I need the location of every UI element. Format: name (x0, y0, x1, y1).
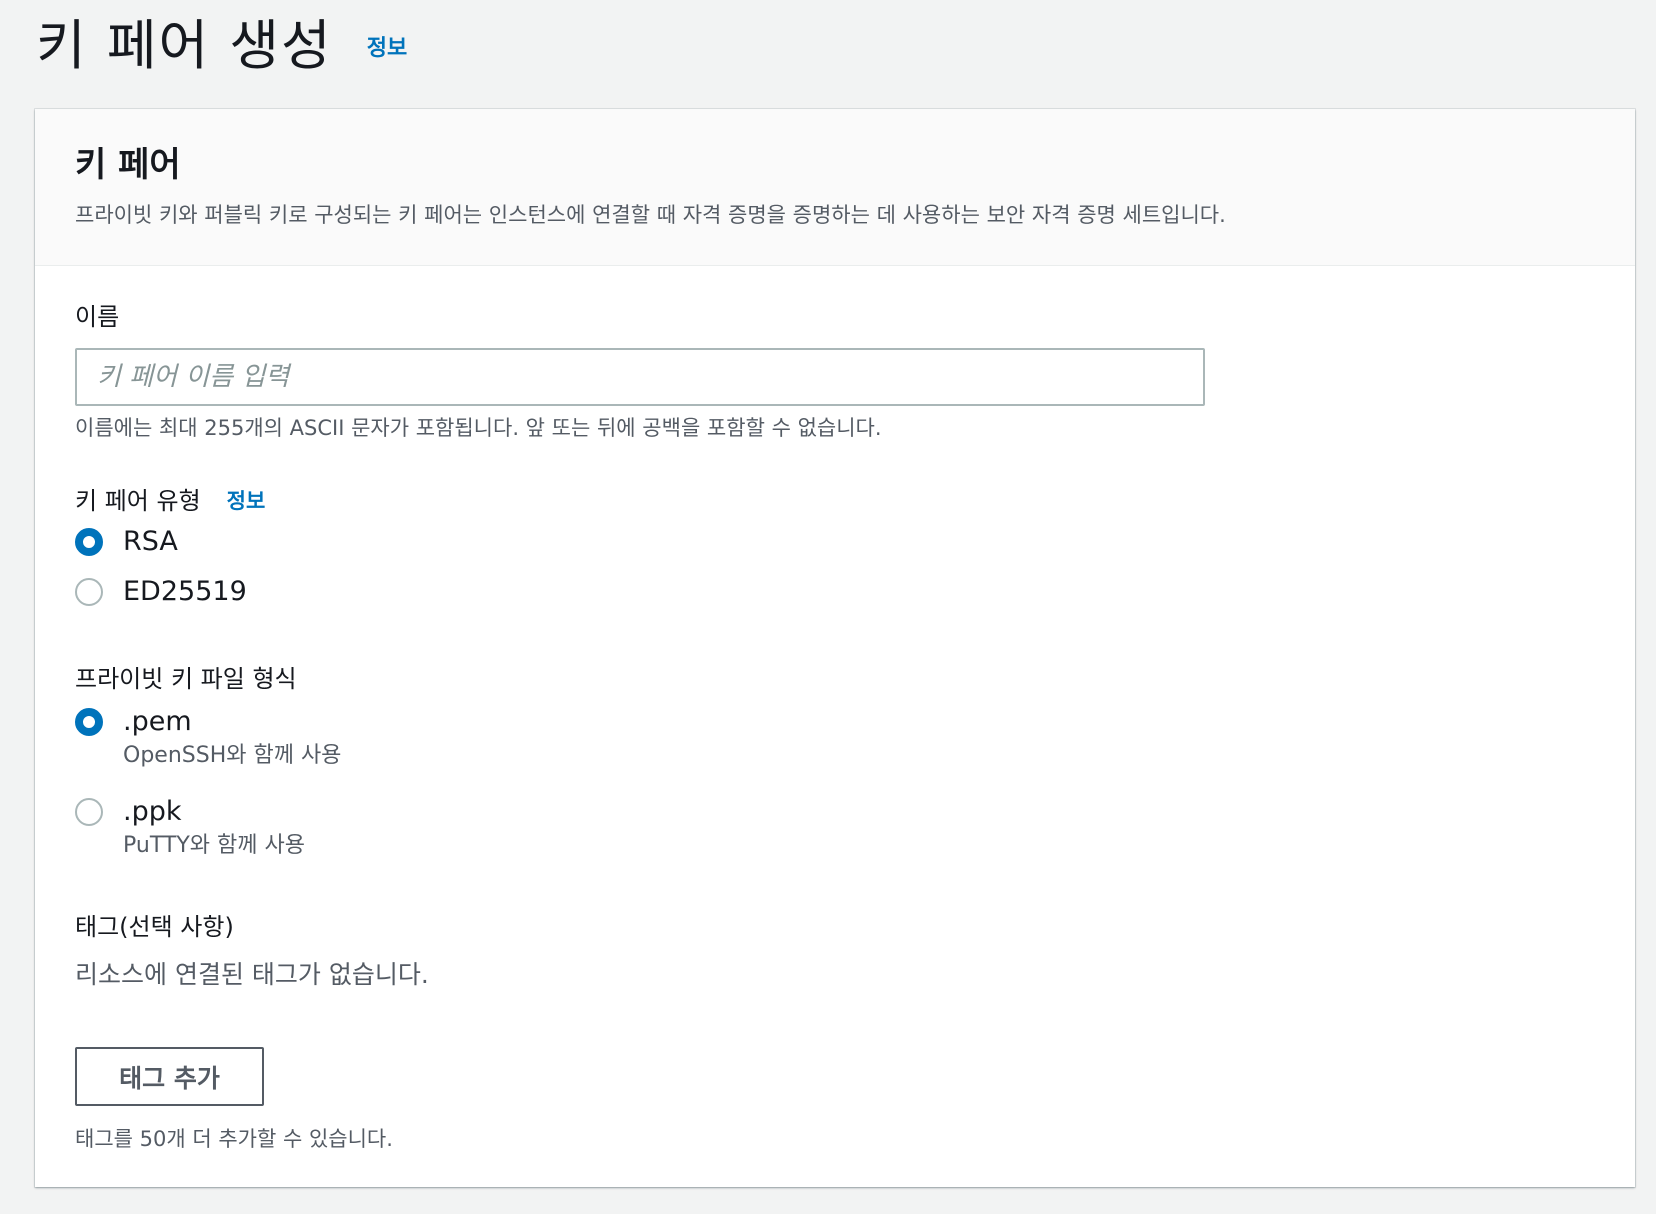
key-pair-name-input[interactable] (75, 348, 1205, 406)
radio-unselected-icon[interactable] (75, 798, 103, 826)
key-type-label: 키 페어 유형 (75, 487, 201, 515)
radio-description-pem: OpenSSH와 함께 사용 (123, 743, 342, 768)
tags-label: 태그(선택 사항) (75, 913, 234, 941)
panel-header: 키 페어 프라이빗 키와 퍼블릭 키로 구성되는 키 페어는 인스턴스에 연결할… (35, 109, 1635, 266)
radio-label-pem: .pem (123, 706, 192, 737)
radio-selected-icon[interactable] (75, 528, 103, 556)
radio-option-ppk[interactable]: .ppk PuTTY와 함께 사용 (75, 796, 305, 860)
panel-title: 키 페어 (75, 145, 181, 185)
key-pair-panel: 키 페어 프라이빗 키와 퍼블릭 키로 구성되는 키 페어는 인스턴스에 연결할… (35, 109, 1635, 1187)
radio-option-pem[interactable]: .pem OpenSSH와 함께 사용 (75, 706, 341, 770)
radio-selected-icon[interactable] (75, 708, 103, 736)
radio-label-rsa: RSA (123, 526, 178, 557)
radio-option-ed25519[interactable]: ED25519 (75, 576, 247, 608)
radio-unselected-icon[interactable] (75, 578, 103, 606)
radio-option-rsa[interactable]: RSA (75, 526, 178, 558)
radio-description-ppk: PuTTY와 함께 사용 (123, 833, 305, 858)
panel-description: 프라이빗 키와 퍼블릭 키로 구성되는 키 페어는 인스턴스에 연결할 때 자격… (75, 203, 1226, 227)
key-type-info-link[interactable]: 정보 (227, 486, 266, 516)
key-type-label-group: 키 페어 유형 정보 (75, 486, 265, 516)
radio-label-ppk: .ppk (123, 796, 182, 827)
page-info-link[interactable]: 정보 (367, 30, 407, 62)
tags-limit-hint: 태그를 50개 더 추가할 수 있습니다. (75, 1127, 393, 1151)
name-hint: 이름에는 최대 255개의 ASCII 문자가 포함됩니다. 앞 또는 뒤에 공… (75, 416, 882, 440)
file-format-label: 프라이빗 키 파일 형식 (75, 665, 297, 693)
page-title: 키 페어 생성 (36, 13, 333, 77)
add-tag-button[interactable]: 태그 추가 (75, 1047, 264, 1106)
name-label: 이름 (75, 303, 120, 331)
tags-empty-message: 리소스에 연결된 태그가 없습니다. (75, 960, 429, 989)
page-header: 키 페어 생성 정보 (36, 0, 407, 80)
radio-label-ed25519: ED25519 (123, 576, 247, 607)
